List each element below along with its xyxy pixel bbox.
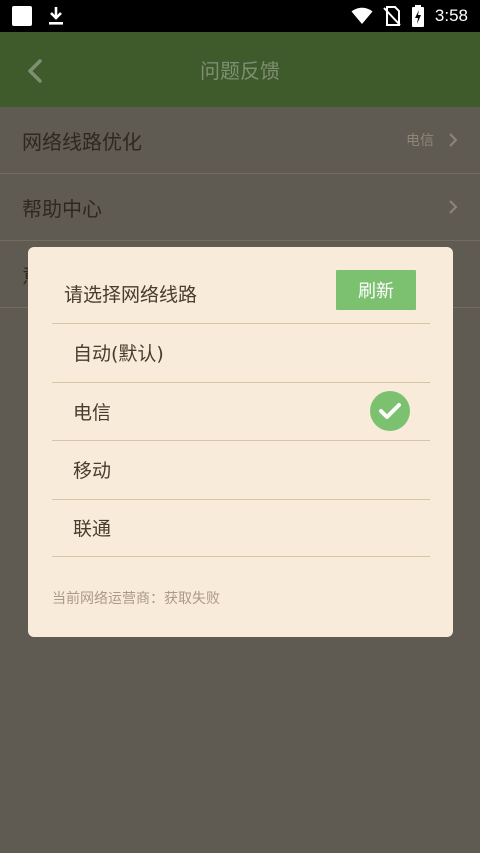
notification-square-icon [12, 6, 32, 26]
settings-row-label: 帮助中心 [22, 196, 102, 221]
settings-row-help-center[interactable]: 帮助中心 [0, 174, 480, 241]
route-option-label: 自动(默认) [73, 343, 164, 366]
page-title: 问题反馈 [200, 59, 280, 83]
route-select-dialog: 请选择网络线路 刷新 自动(默认) 电信 移动 联通 当前网络运营商：获取失败 [28, 247, 453, 637]
checkmark-icon [370, 391, 410, 432]
dialog-title: 请选择网络线路 [64, 284, 198, 306]
route-option-telecom[interactable]: 电信 [52, 381, 430, 441]
settings-row-value: 电信 [406, 133, 434, 149]
dialog-header: 请选择网络线路 刷新 [28, 247, 453, 325]
battery-charging-icon [411, 5, 424, 27]
download-icon [49, 7, 63, 25]
settings-row-network-route[interactable]: 网络线路优化 电信 [0, 107, 480, 174]
route-option-mobile[interactable]: 移动 [52, 440, 430, 499]
status-bar: 3:58 [0, 0, 480, 32]
wifi-icon [351, 7, 373, 24]
carrier-status-text: 当前网络运营商：获取失败 [52, 591, 220, 607]
route-option-label: 电信 [73, 401, 112, 424]
route-option-label: 移动 [73, 460, 112, 483]
route-option-list: 自动(默认) 电信 移动 联通 [52, 323, 430, 557]
route-option-label: 联通 [73, 518, 112, 541]
status-time: 3:58 [434, 6, 468, 25]
no-sim-icon [383, 6, 401, 26]
settings-row-label: 网络线路优化 [22, 129, 142, 154]
chevron-right-icon [449, 200, 458, 214]
route-option-auto[interactable]: 自动(默认) [52, 323, 430, 382]
app-bar: 问题反馈 [0, 32, 480, 107]
route-option-unicom[interactable]: 联通 [52, 498, 430, 557]
refresh-button[interactable]: 刷新 [336, 270, 416, 310]
chevron-right-icon [449, 133, 458, 147]
